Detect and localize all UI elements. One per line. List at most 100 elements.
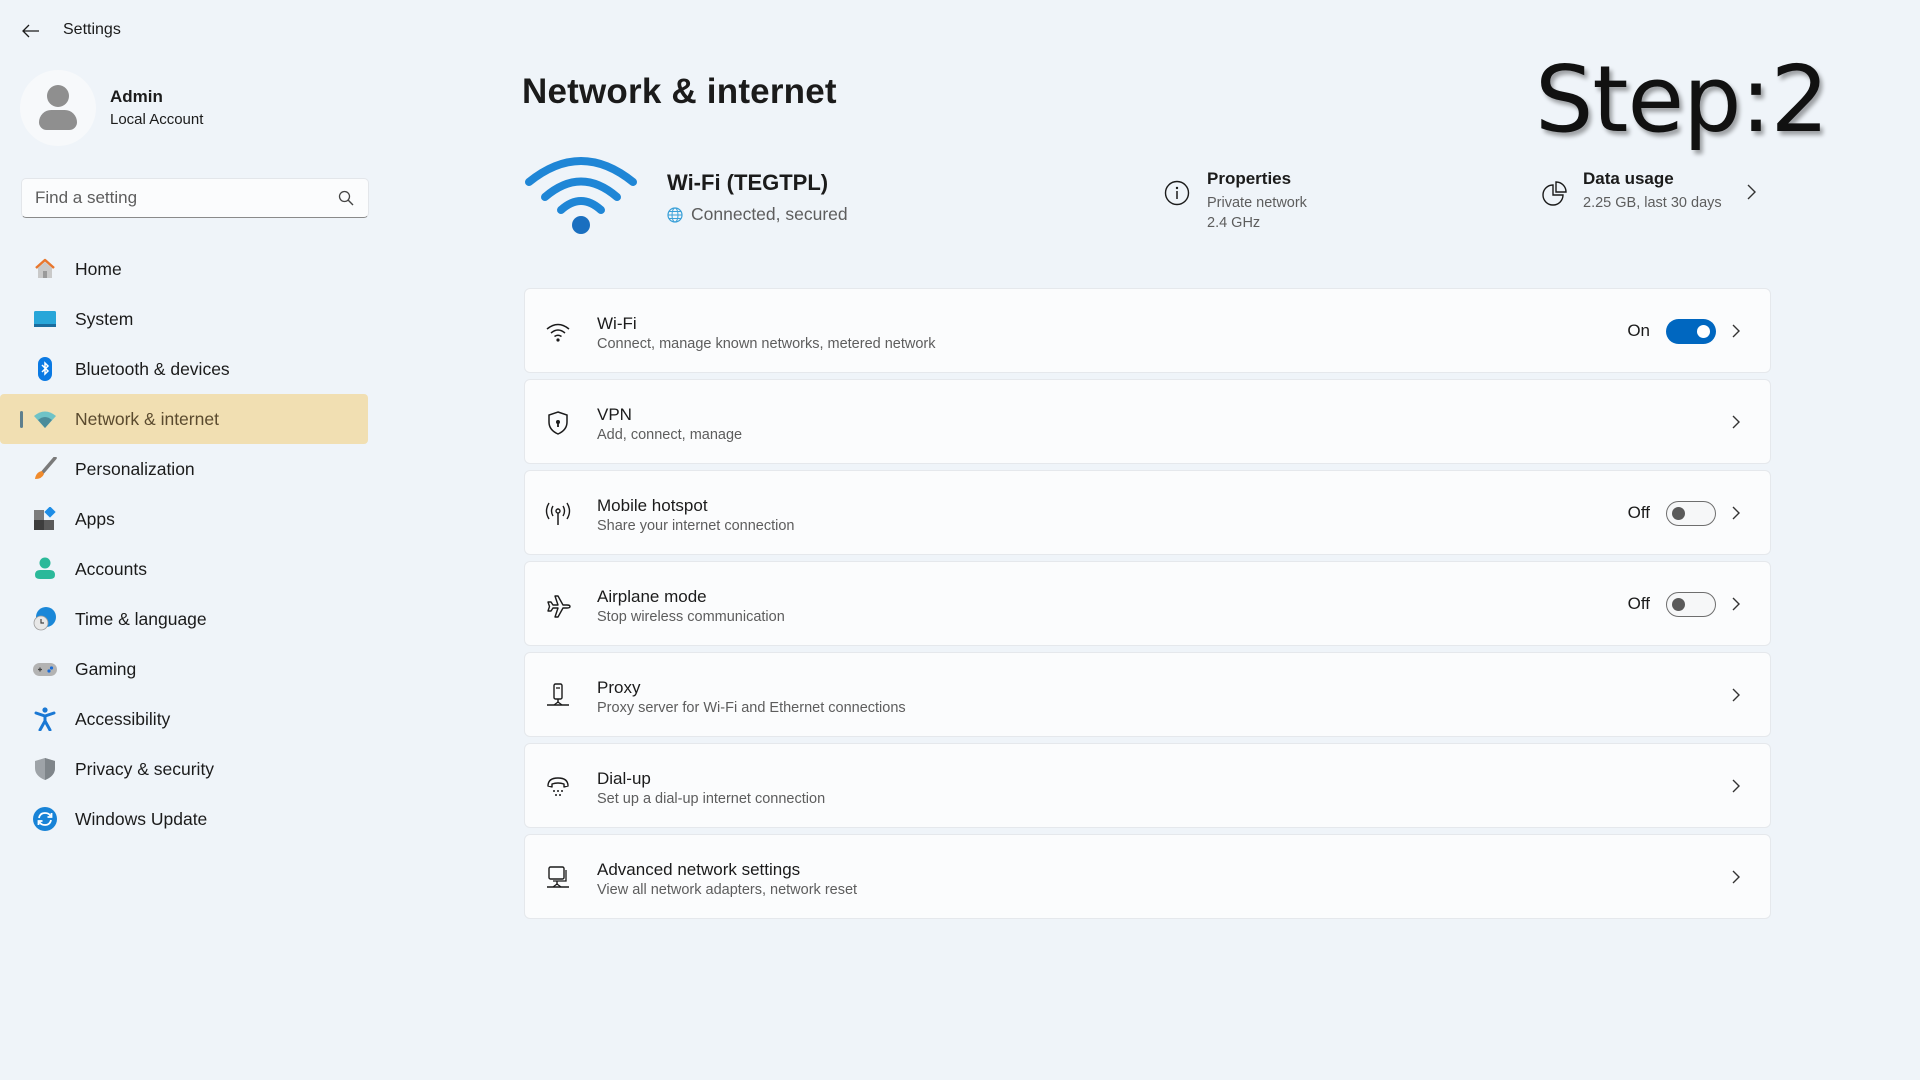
paintbrush-icon [35, 457, 57, 479]
chevron-right-icon [1732, 506, 1740, 520]
card-vpn[interactable]: VPN Add, connect, manage [524, 379, 1771, 464]
card-airplane-mode[interactable]: Airplane mode Stop wireless communicatio… [524, 561, 1771, 646]
sidebar-item-bluetooth[interactable]: Bluetooth & devices [0, 344, 368, 394]
hotspot-icon [545, 502, 571, 525]
sidebar-item-time-language[interactable]: Time & language [0, 594, 368, 644]
card-subtitle: Connect, manage known networks, metered … [597, 336, 936, 352]
app-title: Settings [63, 21, 121, 38]
search-input[interactable] [22, 179, 322, 217]
accessibility-icon [34, 707, 56, 731]
card-proxy[interactable]: Proxy Proxy server for Wi-Fi and Etherne… [524, 652, 1771, 737]
apps-icon [34, 507, 56, 530]
network-adapter-icon [547, 866, 569, 888]
sidebar-item-accessibility[interactable]: Accessibility [0, 694, 368, 744]
toggle-state-label: Off [1627, 503, 1650, 522]
sidebar-item-label: Apps [75, 509, 115, 529]
sidebar-item-gaming[interactable]: Gaming [0, 644, 368, 694]
card-mobile-hotspot[interactable]: Mobile hotspot Share your internet conne… [524, 470, 1771, 555]
wifi-icon [34, 411, 56, 428]
dialup-icon [547, 777, 569, 796]
bluetooth-icon [38, 357, 52, 381]
sidebar-item-windows-update[interactable]: Windows Update [0, 794, 368, 844]
airplane-icon [547, 595, 571, 618]
airplane-mode-toggle[interactable] [1666, 592, 1716, 617]
pie-chart-icon [1542, 181, 1567, 206]
sidebar-item-system[interactable]: System [0, 294, 368, 344]
sidebar-item-label: Accounts [75, 559, 147, 579]
chevron-right-icon [1732, 415, 1740, 429]
chevron-right-icon [1732, 688, 1740, 702]
sidebar-item-label: Personalization [75, 459, 195, 479]
card-advanced-network-settings[interactable]: Advanced network settings View all netwo… [524, 834, 1771, 919]
search-icon[interactable] [338, 190, 354, 206]
connection-status: Connected, secured [667, 204, 848, 225]
card-dial-up[interactable]: Dial-up Set up a dial-up internet connec… [524, 743, 1771, 828]
toggle-state-label: On [1627, 321, 1650, 340]
sidebar-item-label: Gaming [75, 659, 137, 679]
wifi-large-icon [525, 157, 637, 234]
card-subtitle: View all network adapters, network reset [597, 882, 858, 898]
selection-indicator [20, 411, 23, 428]
sidebar-item-label: Home [75, 259, 122, 279]
sidebar-item-label: Time & language [75, 609, 207, 629]
arrow-left-icon [22, 24, 39, 38]
sidebar-item-label: Privacy & security [75, 759, 215, 779]
data-usage-value: 2.25 GB, last 30 days [1583, 195, 1722, 211]
sidebar-item-apps[interactable]: Apps [0, 494, 368, 544]
shield-icon [35, 758, 55, 780]
sidebar-item-personalization[interactable]: Personalization [0, 444, 368, 494]
sidebar-item-home[interactable]: Home [0, 244, 368, 294]
search-box[interactable] [21, 178, 369, 218]
step-annotation: Step:2 [1535, 46, 1829, 153]
card-subtitle: Add, connect, manage [597, 427, 743, 443]
globe-clock-icon [33, 607, 56, 631]
back-button[interactable] [18, 18, 44, 44]
card-title: Proxy [597, 678, 641, 697]
chevron-right-icon [1732, 597, 1740, 611]
settings-list: Wi-Fi Connect, manage known networks, me… [524, 288, 1771, 925]
home-icon [35, 258, 55, 278]
card-subtitle: Set up a dial-up internet connection [597, 791, 826, 807]
card-subtitle: Proxy server for Wi-Fi and Ethernet conn… [597, 700, 906, 716]
card-title: Advanced network settings [597, 860, 801, 879]
person-icon [47, 85, 69, 107]
sidebar-item-label: Bluetooth & devices [75, 359, 230, 379]
sync-icon [33, 807, 57, 831]
connection-name: Wi-Fi (TEGTPL) [667, 170, 829, 195]
chevron-right-icon [1732, 324, 1740, 338]
connection-status-text: Connected, secured [691, 204, 848, 224]
profile-account-type: Local Account [110, 111, 204, 128]
monitor-icon [34, 311, 56, 327]
user-profile[interactable]: Admin Local Account [20, 70, 360, 146]
sidebar-item-label: Accessibility [75, 709, 171, 729]
page-title: Network & internet [522, 72, 837, 111]
mobile-hotspot-toggle[interactable] [1666, 501, 1716, 526]
data-usage-title: Data usage [1583, 169, 1674, 188]
card-title: Dial-up [597, 769, 651, 788]
sidebar-item-network[interactable]: Network & internet [0, 394, 368, 444]
profile-name: Admin [110, 87, 163, 106]
card-title: Airplane mode [597, 587, 707, 606]
card-wifi[interactable]: Wi-Fi Connect, manage known networks, me… [524, 288, 1771, 373]
avatar [20, 70, 96, 146]
card-subtitle: Share your internet connection [597, 518, 795, 534]
info-icon [1164, 180, 1190, 206]
network-band: 2.4 GHz [1207, 215, 1261, 231]
chevron-right-icon [1747, 184, 1756, 200]
network-type: Private network [1207, 195, 1307, 211]
proxy-icon [547, 683, 569, 706]
properties-link[interactable]: Properties Private network 2.4 GHz [1164, 166, 1424, 236]
wifi-toggle[interactable] [1666, 319, 1716, 344]
sidebar-item-label: Network & internet [75, 409, 219, 429]
vpn-shield-icon [548, 411, 568, 435]
properties-title: Properties [1207, 169, 1292, 188]
sidebar-item-privacy[interactable]: Privacy & security [0, 744, 368, 794]
sidebar-nav: Home System Bluetooth & devices Network … [0, 244, 368, 844]
gamepad-icon [33, 663, 57, 676]
chevron-right-icon [1732, 779, 1740, 793]
sidebar-item-accounts[interactable]: Accounts [0, 544, 368, 594]
wifi-icon [546, 323, 570, 342]
data-usage-link[interactable]: Data usage 2.25 GB, last 30 days [1540, 166, 1780, 216]
card-title: Mobile hotspot [597, 496, 708, 515]
card-title: VPN [597, 405, 632, 424]
